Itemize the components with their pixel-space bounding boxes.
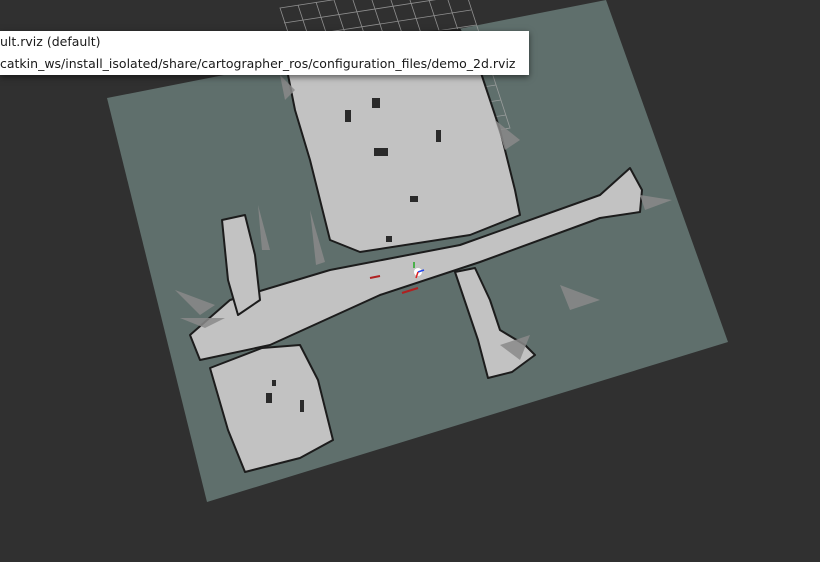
config-option-default[interactable]: ult.rviz (default) <box>0 31 529 53</box>
config-option-demo-2d[interactable]: catkin_ws/install_isolated/share/cartogr… <box>0 53 529 75</box>
rviz-3d-viewport[interactable]: ult.rviz (default) catkin_ws/install_iso… <box>0 0 820 562</box>
occupancy-map-scene[interactable] <box>0 0 820 562</box>
config-file-dropdown[interactable]: ult.rviz (default) catkin_ws/install_iso… <box>0 31 529 75</box>
